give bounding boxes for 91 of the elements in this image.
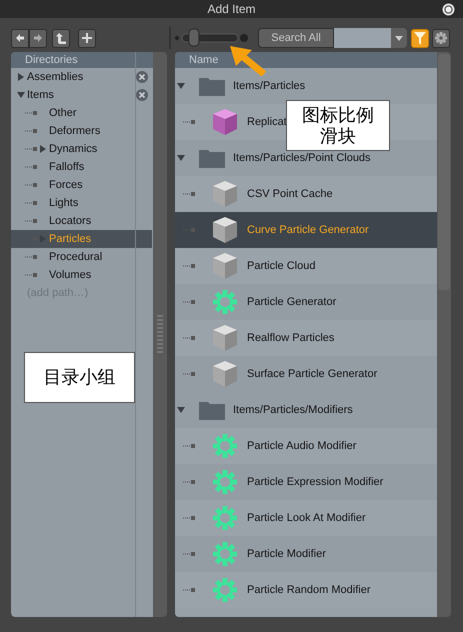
tree-connector xyxy=(183,336,195,340)
annotation-tooltip: 目录小组 xyxy=(24,352,135,403)
tree-connector xyxy=(183,444,195,448)
directory-item[interactable]: Other xyxy=(11,104,152,122)
tree-connector xyxy=(25,273,37,277)
gear-icon xyxy=(435,32,447,44)
tree-connector xyxy=(25,147,37,151)
dropdown-button[interactable] xyxy=(391,28,407,48)
tree-connector xyxy=(25,111,37,115)
item-row[interactable]: Particle Modifier xyxy=(175,536,437,572)
filter-button[interactable] xyxy=(411,28,429,48)
directory-item[interactable]: Falloffs xyxy=(11,158,152,176)
circle-icon[interactable] xyxy=(442,2,455,16)
tree-connector xyxy=(183,480,195,484)
add-button[interactable] xyxy=(78,28,96,48)
tree-connector xyxy=(183,552,195,556)
funnel-icon xyxy=(414,32,426,44)
directory-item[interactable]: Deformers xyxy=(11,122,152,140)
directory-item[interactable]: Particles xyxy=(11,230,152,248)
expand-arrow-icon[interactable] xyxy=(177,82,185,90)
plus-icon xyxy=(82,33,92,43)
tree-connector xyxy=(183,588,195,592)
search-scope-button[interactable]: Search All xyxy=(258,28,334,48)
close-icon[interactable] xyxy=(136,89,148,101)
group-path: Items/Particles xyxy=(233,80,306,92)
icon-scale-slider[interactable] xyxy=(175,28,251,48)
gear-icon xyxy=(213,434,237,458)
cube-icon xyxy=(212,252,238,280)
tree-connector xyxy=(183,192,195,196)
cube-icon xyxy=(212,180,238,208)
gear-icon xyxy=(213,506,237,530)
directory-item[interactable]: Items xyxy=(11,86,152,104)
tree-connector xyxy=(183,264,195,268)
tree-connector xyxy=(25,201,37,205)
up-arrow-icon xyxy=(56,32,66,44)
column-header: Name xyxy=(175,52,437,68)
arrow-left-icon xyxy=(15,33,25,43)
group-path: Items/Particles/Point Clouds xyxy=(233,152,371,164)
tree-connector xyxy=(25,183,37,187)
directory-item[interactable]: Procedural xyxy=(11,248,152,266)
cube-icon xyxy=(212,216,238,244)
group-row[interactable]: Items/Particles xyxy=(175,68,437,104)
tree-connector xyxy=(25,219,37,223)
gear-icon xyxy=(213,578,237,602)
tree-connector xyxy=(183,120,195,124)
cube-icon xyxy=(212,108,238,136)
cube-icon xyxy=(212,360,238,388)
folder-icon xyxy=(199,76,225,96)
forward-button[interactable] xyxy=(29,28,47,48)
column-header: Directories xyxy=(11,52,153,68)
tree-connector xyxy=(25,165,37,169)
up-button[interactable] xyxy=(52,28,70,48)
search-field[interactable] xyxy=(334,28,391,48)
close-icon[interactable] xyxy=(136,71,148,83)
item-row[interactable]: Particle Expression Modifier xyxy=(175,464,437,500)
item-row[interactable]: Surface Particle Generator xyxy=(175,356,437,392)
scrollbar-thumb[interactable] xyxy=(438,54,450,290)
settings-button[interactable] xyxy=(432,28,450,48)
tree-connector xyxy=(183,372,195,376)
tree-connector xyxy=(25,255,37,259)
tree-connector xyxy=(183,516,195,520)
gear-icon xyxy=(213,470,237,494)
gear-icon xyxy=(213,290,237,314)
tree-connector xyxy=(183,300,195,304)
directory-item[interactable]: Assemblies xyxy=(11,68,152,86)
item-row[interactable]: Particle Generator xyxy=(175,284,437,320)
group-row[interactable]: Items/Particles/Modifiers xyxy=(175,392,437,428)
directory-item[interactable]: Dynamics xyxy=(11,140,152,158)
cube-icon xyxy=(212,324,238,352)
arrow-right-icon xyxy=(33,33,43,43)
splitter-handle[interactable] xyxy=(157,314,163,354)
directory-item[interactable]: Locators xyxy=(11,212,152,230)
expand-arrow-icon[interactable] xyxy=(177,406,185,414)
expand-arrow-icon[interactable] xyxy=(177,154,185,162)
annotation-tooltip: 图标比例 滑块 xyxy=(286,100,390,151)
group-path: Items/Particles/Modifiers xyxy=(233,404,353,416)
back-button[interactable] xyxy=(11,28,29,48)
annotation-arrow xyxy=(228,44,266,76)
folder-icon xyxy=(199,400,225,420)
tree-connector xyxy=(25,129,37,133)
folder-icon xyxy=(199,148,225,168)
window-title: Add Item xyxy=(207,2,256,16)
directory-item[interactable]: Lights xyxy=(11,194,152,212)
directory-item[interactable]: Volumes xyxy=(11,266,152,284)
expand-arrow-icon[interactable] xyxy=(17,73,25,81)
expand-arrow-icon[interactable] xyxy=(17,91,25,99)
caret-icon xyxy=(395,36,403,40)
gear-icon xyxy=(213,542,237,566)
item-row[interactable]: Curve Particle Generator xyxy=(175,212,437,248)
expand-arrow-icon[interactable] xyxy=(39,145,47,153)
directory-item[interactable]: Forces xyxy=(11,176,152,194)
